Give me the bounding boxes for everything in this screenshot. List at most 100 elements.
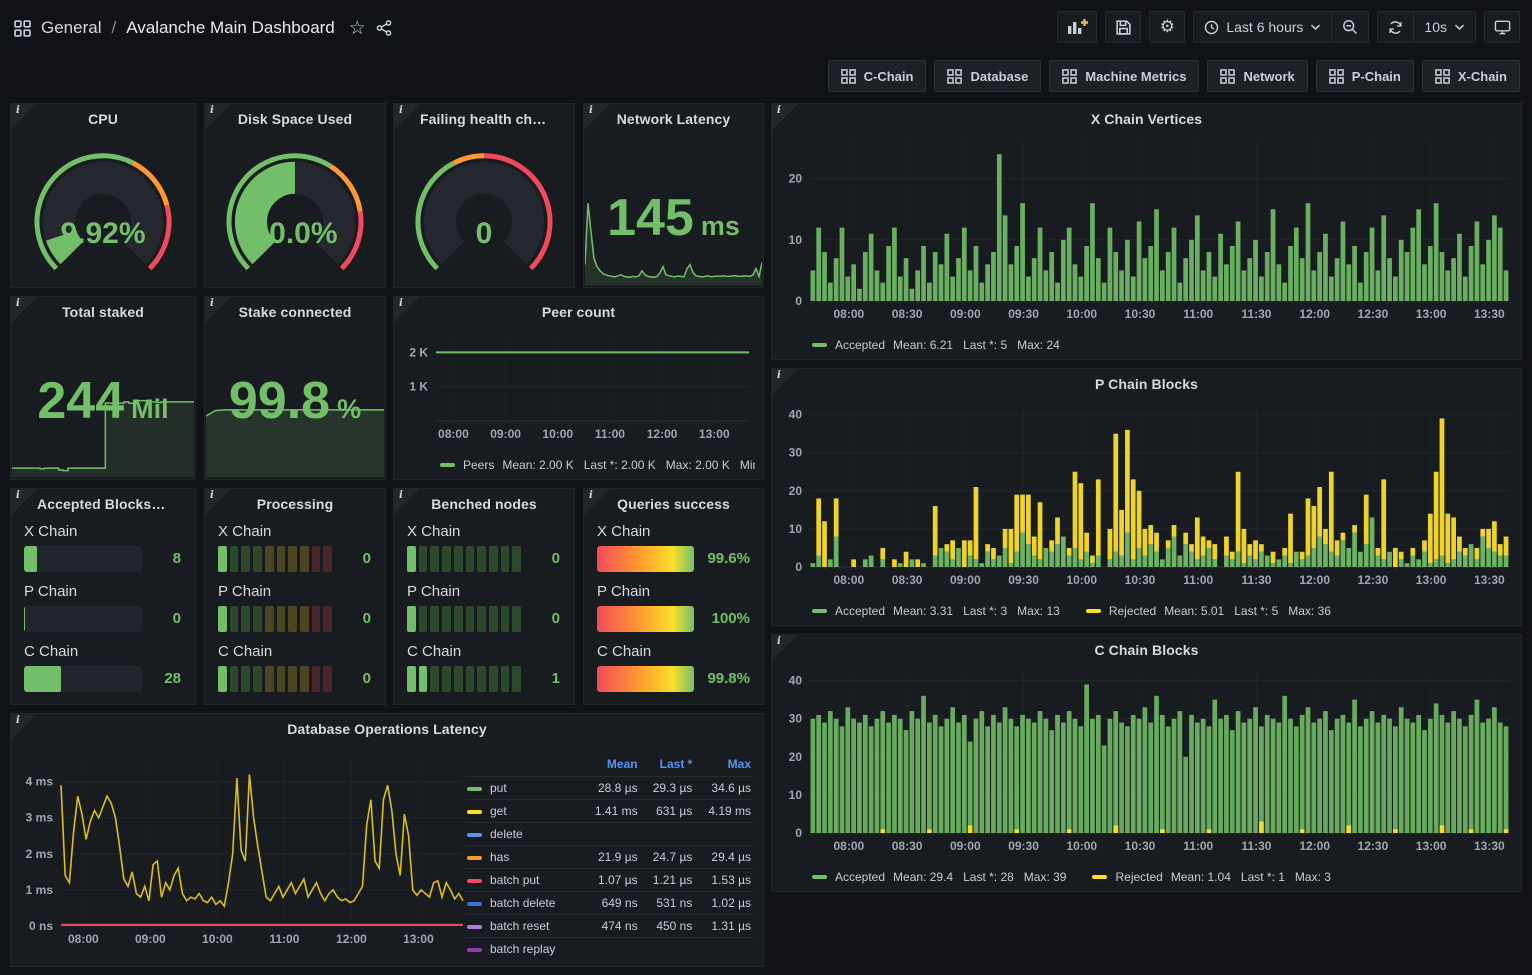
svg-text:10: 10 (789, 233, 803, 247)
dashboard-link-label: Network (1243, 69, 1294, 84)
svg-text:11:00: 11:00 (1183, 573, 1213, 587)
dashboard-link-database[interactable]: Database (934, 60, 1041, 92)
refresh-button[interactable] (1378, 12, 1413, 42)
xchain-chart[interactable]: 08:0008:3009:0009:3010:0010:3011:0011:30… (776, 132, 1515, 329)
panel-info-icon[interactable]: i (772, 635, 798, 661)
star-icon[interactable]: ☆ (349, 17, 366, 40)
breadcrumb-section[interactable]: General (41, 18, 101, 38)
svg-text:0: 0 (795, 294, 802, 308)
legend-row-batch-delete[interactable]: batch delete 649 ns 531 ns 1.02 µs (465, 892, 753, 915)
legend-item-accepted[interactable]: Accepted Mean: 29.4 Last *: 28 Max: 39 (812, 870, 1066, 884)
panel-title[interactable]: CPU (37, 111, 169, 127)
panel-title[interactable]: Stake connected (231, 304, 359, 320)
svg-text:20: 20 (789, 484, 803, 498)
panel-info-icon[interactable]: i (11, 104, 37, 130)
svg-text:12:30: 12:30 (1358, 573, 1389, 587)
col-max[interactable]: Max (694, 754, 753, 777)
apps-grid-icon[interactable] (14, 20, 31, 37)
svg-text:13:00: 13:00 (1416, 573, 1447, 587)
panel-info-icon[interactable]: i (394, 104, 420, 130)
pchain-chart[interactable]: 08:0008:3009:0009:3010:0010:3011:0011:30… (776, 397, 1515, 595)
chain-row-x-chain: X Chain 99.6% (597, 523, 750, 575)
gauge-chart[interactable] (394, 130, 574, 283)
panel-info-icon[interactable]: i (394, 297, 420, 323)
db-chart[interactable]: 08:0009:0010:0011:0012:0013:004 ms3 ms2 … (15, 746, 467, 960)
panel-title[interactable]: Peer count (420, 304, 737, 320)
gauge-chart[interactable] (11, 130, 195, 283)
chain-value: 0 (552, 606, 560, 632)
dashboard-title[interactable]: Avalanche Main Dashboard (126, 18, 335, 38)
col-mean[interactable]: Mean (581, 754, 640, 777)
dashboard-settings-button[interactable]: ⚙ (1149, 11, 1185, 43)
panel-title[interactable]: Accepted Blocks/Ve... (37, 496, 169, 512)
panel-info-icon[interactable]: i (205, 104, 231, 130)
dashboard-link-c-chain[interactable]: C-Chain (828, 60, 927, 92)
panel-info-icon[interactable]: i (11, 714, 37, 740)
panel-title[interactable]: X Chain Vertices (798, 111, 1495, 127)
legend-item-rejected[interactable]: Rejected Mean: 5.01 Last *: 5 Max: 36 (1086, 604, 1331, 618)
legend-name: get (490, 804, 507, 818)
legend-row-put[interactable]: put 28.8 µs 29.3 µs 34.6 µs (465, 777, 753, 800)
legend-item-accepted[interactable]: Accepted Mean: 6.21 Last *: 5 Max: 24 (812, 338, 1060, 352)
svg-text:12:00: 12:00 (1299, 573, 1330, 587)
panel-info-icon[interactable]: i (205, 489, 231, 515)
legend-row-batch-reset[interactable]: batch reset 474 ns 450 ns 1.31 µs (465, 915, 753, 938)
cchain-chart[interactable]: 08:0008:3009:0009:3010:0010:3011:0011:30… (776, 663, 1515, 861)
legend-row-batch-put[interactable]: batch put 1.07 µs 1.21 µs 1.53 µs (465, 869, 753, 892)
chevron-down-icon (1454, 23, 1465, 31)
share-icon[interactable] (376, 20, 392, 36)
legend-item-rejected[interactable]: Rejected Mean: 1.04 Last *: 1 Max: 3 (1092, 870, 1330, 884)
tv-mode-button[interactable] (1484, 11, 1520, 43)
chain-row-p-chain: P Chain 0 (218, 583, 372, 635)
add-panel-button[interactable] (1057, 11, 1097, 43)
panel-title[interactable]: Disk Space Used (231, 111, 359, 127)
stat-unit: % (337, 394, 361, 425)
svg-text:10: 10 (789, 522, 803, 536)
peers-chart[interactable]: 08:0009:0010:0011:0012:0013:002 K1 K (398, 327, 757, 449)
panel-disk: i Disk Space Used50.0% (204, 103, 386, 288)
svg-text:11:00: 11:00 (269, 932, 299, 946)
legend-item-peers[interactable]: Peers Mean: 2.00 K Last *: 2.00 K Max: 2… (440, 458, 755, 472)
refresh-interval-picker[interactable]: 10s (1413, 12, 1475, 42)
time-range-picker[interactable]: Last 6 hours (1194, 12, 1331, 42)
gauge-chart[interactable] (205, 130, 385, 283)
legend: Accepted Mean: 6.21 Last *: 5 Max: 24 (812, 338, 1513, 352)
svg-text:40: 40 (789, 408, 803, 422)
panel-title[interactable]: Benched nodes (420, 496, 548, 512)
panel-title[interactable]: Total staked (37, 304, 169, 320)
panel-title[interactable]: Network Latency (610, 111, 737, 127)
panel-info-icon[interactable]: i (772, 104, 798, 130)
panel-title[interactable]: C Chain Blocks (798, 642, 1495, 658)
svg-text:08:00: 08:00 (834, 307, 865, 321)
panel-title[interactable]: Failing health checks (420, 111, 548, 127)
panel-info-icon[interactable]: i (394, 489, 420, 515)
svg-text:0: 0 (795, 826, 802, 840)
legend-swatch (467, 787, 482, 791)
legend-row-batch-replay[interactable]: batch replay (465, 938, 753, 961)
panel-title[interactable]: Queries success (610, 496, 737, 512)
panel-info-icon[interactable]: i (584, 104, 610, 130)
legend-last: 1.21 µs (640, 869, 695, 892)
legend-row-get[interactable]: get 1.41 ms 631 µs 4.19 ms (465, 800, 753, 823)
dashboard-link-x-chain[interactable]: X-Chain (1422, 60, 1520, 92)
col-last[interactable]: Last * (640, 754, 695, 777)
chain-label: X Chain (597, 523, 750, 543)
dashboard-link-machine-metrics[interactable]: Machine Metrics (1049, 60, 1199, 92)
dashboard-link-network[interactable]: Network (1207, 60, 1307, 92)
panel-info-icon[interactable]: i (584, 489, 610, 515)
panel-title[interactable]: Processing (231, 496, 359, 512)
panel-info-icon[interactable]: i (772, 369, 798, 395)
panel-info-icon[interactable]: i (205, 297, 231, 323)
legend-row-delete[interactable]: delete (465, 823, 753, 846)
apps-grid-icon (1220, 69, 1235, 84)
legend-mean (581, 938, 640, 961)
panel-title[interactable]: Database Operations Latency (37, 721, 737, 737)
zoom-out-button[interactable] (1331, 12, 1368, 42)
save-dashboard-button[interactable] (1105, 11, 1141, 43)
panel-title[interactable]: P Chain Blocks (798, 376, 1495, 392)
panel-info-icon[interactable]: i (11, 489, 37, 515)
legend-item-accepted[interactable]: Accepted Mean: 3.31 Last *: 3 Max: 13 (812, 604, 1060, 618)
legend-row-has[interactable]: has 21.9 µs 24.7 µs 29.4 µs (465, 846, 753, 869)
dashboard-link-p-chain[interactable]: P-Chain (1316, 60, 1414, 92)
panel-info-icon[interactable]: i (11, 297, 37, 323)
